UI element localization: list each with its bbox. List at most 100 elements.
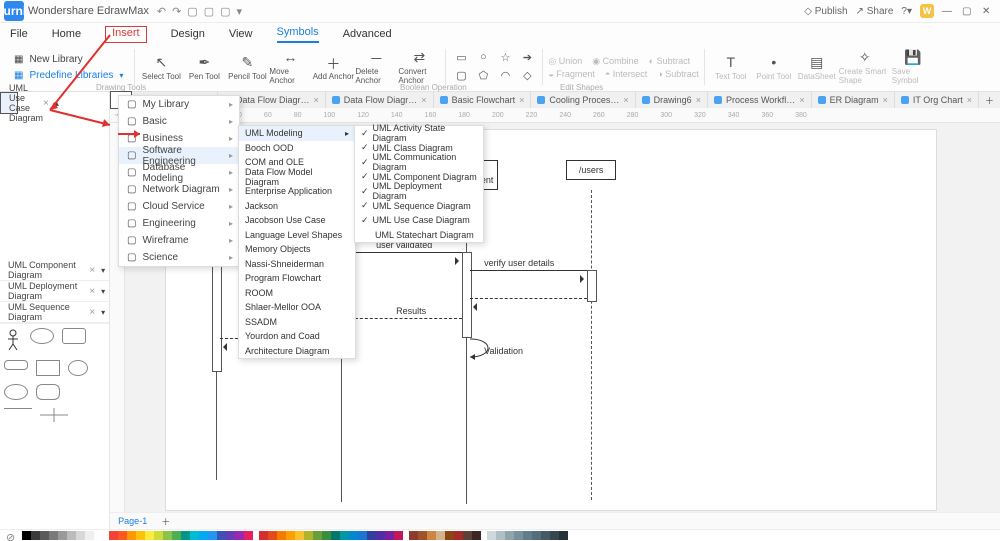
intersect-button[interactable]: ◓ Intersect [605,69,647,79]
color-swatch[interactable] [181,531,190,540]
color-swatch[interactable] [40,531,49,540]
usecase-shape[interactable] [30,328,54,344]
color-swatch[interactable] [226,531,235,540]
activation-bar[interactable] [462,252,472,338]
capsule-shape[interactable] [4,360,28,370]
help-icon[interactable]: ?▾ [901,6,912,17]
page-tab[interactable]: Page-1 [110,516,155,526]
predefine-libraries-button[interactable]: ▦Predefine Libraries▾ [6,67,123,83]
text-tool[interactable]: TText Tool [710,45,752,89]
shape-gallery[interactable]: ▭ ○ ☆ ➔ ▢ ⬠ ◠ ◇ [451,50,537,84]
category-item[interactable]: ▢Wireframe▸ [119,232,239,249]
submenu-item-active[interactable]: UML Modeling▸ [239,126,355,141]
color-swatch[interactable] [172,531,181,540]
color-swatch[interactable] [409,531,418,540]
open-lib[interactable]: UML Sequence Diagram×▾ [0,302,109,323]
color-swatch[interactable] [322,531,331,540]
share-link[interactable]: ↗ Share [856,6,894,17]
color-swatch[interactable] [418,531,427,540]
color-swatch[interactable] [514,531,523,540]
color-swatch[interactable] [277,531,286,540]
open-lib[interactable]: UML Component Diagram×▾ [0,260,109,281]
color-swatch[interactable] [436,531,445,540]
color-swatch[interactable] [118,531,127,540]
color-swatch[interactable] [259,531,268,540]
menu-symbols[interactable]: Symbols [277,26,319,43]
menu-item[interactable]: ✓UML Use Case Diagram [355,213,483,228]
submenu-item[interactable]: Jacobson Use Case [239,213,355,228]
submenu-item[interactable]: Shlaer-Mellor OOA [239,300,355,315]
maximize-icon[interactable]: ▢ [962,6,974,17]
color-swatch[interactable] [550,531,559,540]
pen-tool[interactable]: ✒Pen Tool [183,45,225,89]
connector-shape[interactable] [40,408,68,422]
submenu-item[interactable]: Language Level Shapes [239,228,355,243]
open-lib-active[interactable]: UML Use Case Diagram×▴ [0,92,18,114]
circle-icon[interactable]: ○ [473,50,493,64]
arrow-shape-icon[interactable]: ➔ [517,50,537,64]
category-item[interactable]: ▢Engineering▸ [119,215,239,232]
empty-shape[interactable] [68,384,90,398]
undo-icon[interactable]: ↶ [157,5,166,18]
color-swatch[interactable] [394,531,403,540]
color-swatch[interactable] [190,531,199,540]
color-swatch[interactable] [145,531,154,540]
color-swatch[interactable] [463,531,472,540]
ellipse-shape[interactable] [68,360,88,376]
close-icon[interactable]: × [89,286,95,297]
star-icon[interactable]: ☆ [495,50,515,64]
open-lib[interactable]: UML Deployment Diagram×▾ [0,281,109,302]
menu-advanced[interactable]: Advanced [343,28,392,43]
color-swatch[interactable] [22,531,31,540]
menu-view[interactable]: View [229,28,253,43]
color-swatch[interactable] [358,531,367,540]
activation-bar[interactable] [587,270,597,302]
color-swatch[interactable] [505,531,514,540]
color-swatch[interactable] [445,531,454,540]
color-swatch[interactable] [349,531,358,540]
submenu-item[interactable]: Architecture Diagram [239,344,355,359]
nofill-button[interactable]: ⊘ [6,531,15,541]
fragment-button[interactable]: ◒ Fragment [548,69,594,79]
category-item[interactable]: ▢Database Modeling▸ [119,164,239,181]
submenu-item[interactable]: ROOM [239,286,355,301]
category-item[interactable]: ▢My Library▸ [119,96,239,113]
menu-home[interactable]: Home [52,28,81,43]
polygon-icon[interactable]: ⬠ [473,68,493,82]
color-swatch[interactable] [376,531,385,540]
rect-icon[interactable]: ▭ [451,50,471,64]
delete-anchor[interactable]: －Delete Anchor [355,45,397,89]
color-swatch[interactable] [208,531,217,540]
category-item[interactable]: ▢Cloud Service▸ [119,198,239,215]
color-swatch[interactable] [76,531,85,540]
color-swatch[interactable] [487,531,496,540]
menu-item[interactable]: ✓UML Communication Diagram [355,155,483,170]
color-swatch[interactable] [304,531,313,540]
submenu-item[interactable]: Jackson [239,199,355,214]
line-shape[interactable] [4,408,32,423]
lifeline-users[interactable]: /users [566,160,616,180]
rect-shape[interactable] [36,360,60,376]
callout-icon[interactable]: ◇ [517,68,537,82]
roundrect-icon[interactable]: ▢ [451,68,471,82]
new-tab-button[interactable]: ＋ [979,94,1000,107]
color-swatch[interactable] [295,531,304,540]
color-swatch[interactable] [313,531,322,540]
minimize-icon[interactable]: — [942,6,954,17]
menu-item[interactable]: ✓UML Deployment Diagram [355,184,483,199]
color-swatch[interactable] [154,531,163,540]
color-swatch[interactable] [331,531,340,540]
category-item[interactable]: ▢Science▸ [119,249,239,266]
color-swatch[interactable] [94,531,103,540]
color-swatch[interactable] [127,531,136,540]
subtract2-button[interactable]: ◑ Subtract [657,69,698,79]
close-icon[interactable]: × [89,307,95,318]
tab[interactable]: Basic Flowchart× [434,92,532,108]
move-anchor[interactable]: ↔Move Anchor [269,45,311,89]
menu-item[interactable]: ✓UML Activity State Diagram [355,126,483,141]
pencil-tool[interactable]: ✎Pencil Tool [226,45,268,89]
color-swatch[interactable] [109,531,118,540]
submenu-item[interactable]: Memory Objects [239,242,355,257]
chevron-down-icon[interactable]: ▾ [101,266,105,275]
color-swatch[interactable] [31,531,40,540]
